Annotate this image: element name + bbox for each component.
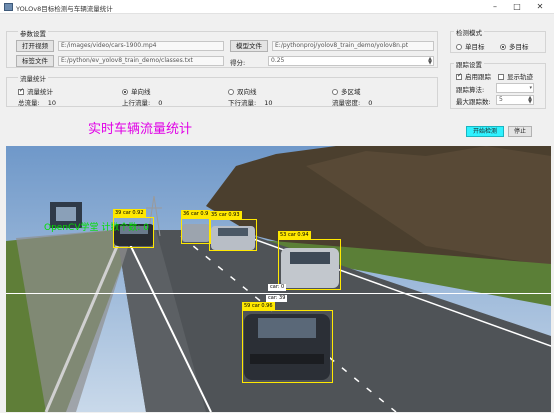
- label-file-button[interactable]: 标签文件: [16, 55, 54, 67]
- score-spinbox[interactable]: 0.25 ▲ ▼: [268, 56, 434, 66]
- detection-tag: 39 car 0.92: [113, 209, 146, 217]
- model-file-button[interactable]: 模型文件: [230, 40, 268, 52]
- stat-density: 流量密度: 0: [332, 97, 372, 107]
- page-heading: 实时车辆流量统计: [88, 122, 193, 137]
- detection-tag: 53 car 0.94: [278, 231, 311, 239]
- mode-radio-multi[interactable]: 多目标: [500, 41, 529, 51]
- track-show-label: 显示轨迹: [507, 73, 533, 81]
- stat-down: 下行流量: 10: [228, 97, 273, 107]
- flow-enable-label: 流量统计: [27, 88, 53, 96]
- stat-density-value: 0: [368, 99, 373, 107]
- stop-button[interactable]: 停止: [508, 126, 532, 137]
- mode-radio-single[interactable]: 单目标: [456, 41, 485, 51]
- stat-total-label: 总流量:: [18, 99, 40, 107]
- stat-total-value: 10: [47, 99, 57, 107]
- close-button[interactable]: ✕: [529, 0, 551, 14]
- stat-down-value: 10: [264, 99, 273, 107]
- detection-box: 35 car 0.93: [209, 211, 257, 251]
- maximize-button[interactable]: □: [506, 0, 528, 14]
- track-group-title: 跟踪设置: [454, 59, 484, 69]
- stat-total: 总流量: 10: [18, 97, 56, 107]
- track-enable-label: 启用跟踪: [465, 73, 491, 81]
- detection-tag: 35 car 0.93: [209, 211, 242, 219]
- track-max-spinbox[interactable]: 5 ▲ ▼: [496, 95, 534, 105]
- stat-up: 上行流量: 0: [122, 97, 162, 107]
- track-show-checkbox[interactable]: 显示轨迹: [498, 71, 533, 81]
- radio-icon: [332, 89, 338, 95]
- start-detect-button[interactable]: 开始检测: [466, 126, 504, 137]
- score-value: 0.25: [271, 57, 285, 64]
- radio-icon: [228, 89, 234, 95]
- mode-label-multi: 多目标: [509, 43, 529, 51]
- flow-group: [6, 77, 438, 107]
- label-path-field[interactable]: E:/python/ev_yolov8_train_demo/classes.t…: [58, 56, 224, 66]
- radio-icon: [456, 44, 462, 50]
- stat-up-value: 0: [158, 99, 163, 107]
- detect-mode-title: 检测模式: [454, 27, 484, 37]
- video-path-field[interactable]: E:/images/video/cars-1900.mp4: [58, 41, 224, 51]
- cross-tag: car: 39: [266, 295, 288, 302]
- model-path-field[interactable]: E:/pythonproj/yolov8_train_demo/yolov8n.…: [272, 41, 434, 51]
- counting-line: [6, 293, 551, 294]
- stat-density-label: 流量密度:: [332, 99, 361, 107]
- spin-arrows-icon[interactable]: ▲ ▼: [428, 57, 432, 65]
- open-video-button[interactable]: 打开视频: [16, 40, 54, 52]
- dropdown-arrow-icon: ▾: [529, 85, 532, 91]
- track-algo-select[interactable]: ▾: [496, 83, 534, 93]
- track-enable-checkbox[interactable]: 启用跟踪: [456, 71, 491, 81]
- spin-arrows-icon[interactable]: ▲ ▼: [528, 96, 532, 104]
- detection-tag: 59 car 0.96: [242, 302, 275, 310]
- detection-box: 53 car 0.94: [278, 231, 341, 290]
- radio-icon: [122, 89, 128, 95]
- direction-label-multi: 多区域: [341, 88, 361, 96]
- video-display: OpenCV学堂 计数个数: 0 39 car 0.92 36 car 0.9 …: [6, 146, 551, 412]
- track-max-label: 最大跟踪数:: [456, 98, 491, 106]
- flow-group-title: 流量统计: [18, 73, 48, 83]
- checkbox-icon: [498, 74, 504, 80]
- detection-box: 59 car 0.96: [242, 302, 333, 383]
- app-icon: [4, 3, 13, 11]
- detection-box: 39 car 0.92: [113, 209, 154, 248]
- radio-icon: [500, 44, 506, 50]
- window-title: YOLOv8目标检测与车辆流量统计: [16, 5, 113, 13]
- detection-box: 36 car 0.9: [181, 210, 211, 244]
- direction-radio-double[interactable]: 双向线: [228, 86, 257, 96]
- stat-up-label: 上行流量:: [122, 99, 151, 107]
- cross-tag: car: 0: [268, 284, 287, 291]
- direction-label-double: 双向线: [237, 88, 257, 96]
- direction-radio-single[interactable]: 单向线: [122, 86, 151, 96]
- minimize-button[interactable]: –: [484, 0, 506, 14]
- detection-tag: 36 car 0.9: [181, 210, 211, 218]
- score-label: 得分:: [230, 59, 246, 67]
- flow-enable-checkbox[interactable]: 流量统计: [18, 86, 53, 96]
- mode-label-single: 单目标: [465, 43, 485, 51]
- stat-down-label: 下行流量:: [228, 99, 257, 107]
- params-group-title: 参数设置: [18, 28, 48, 38]
- direction-radio-multi[interactable]: 多区域: [332, 86, 361, 96]
- track-algo-label: 跟踪算法:: [456, 86, 485, 94]
- track-max-value: 5: [499, 96, 503, 103]
- direction-label-single: 单向线: [131, 88, 151, 96]
- checkbox-icon: [18, 87, 24, 95]
- checkbox-icon: [456, 72, 462, 80]
- title-bar: YOLOv8目标检测与车辆流量统计 – □ ✕: [0, 0, 554, 14]
